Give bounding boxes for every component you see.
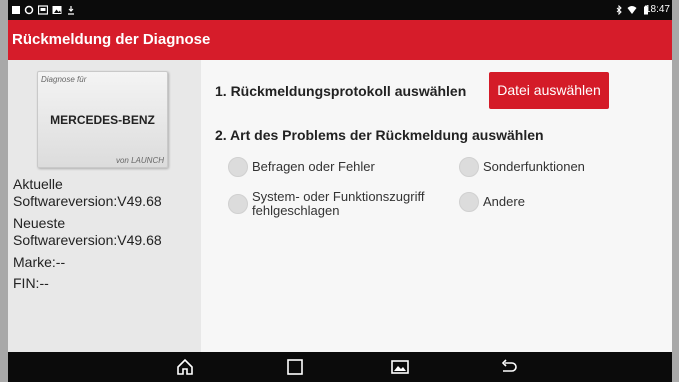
gallery-notification-icon xyxy=(52,6,62,14)
step1-label: 1. Rückmeldungsprotokoll auswählen xyxy=(215,83,467,99)
latest-version-value: Softwareversion:V49.68 xyxy=(13,232,162,248)
radio-sonderfunktionen[interactable]: Sonderfunktionen xyxy=(459,157,585,177)
radio-label: Andere xyxy=(483,194,525,209)
back-icon[interactable] xyxy=(499,358,519,376)
page-title: Rückmeldung der Diagnose xyxy=(12,31,211,48)
recents-icon[interactable] xyxy=(285,358,305,376)
radio-label-line1: System- oder Funktionszugriff xyxy=(252,189,425,204)
vehicle-info-panel: Diagnose für MERCEDES-BENZ von LAUNCH Ak… xyxy=(8,60,201,352)
radio-label: Befragen oder Fehler xyxy=(252,159,375,174)
status-bar: 18:47 xyxy=(8,0,672,20)
current-version-value: Softwareversion:V49.68 xyxy=(13,193,162,209)
radio-button-icon[interactable] xyxy=(228,157,248,177)
radio-label: System- oder Funktionszugriff fehlgeschl… xyxy=(252,190,424,218)
bluetooth-icon xyxy=(616,5,622,15)
brand-card-name: MERCEDES-BENZ xyxy=(50,113,155,127)
radio-befragen-oder-fehler[interactable]: Befragen oder Fehler xyxy=(228,157,375,177)
current-version-label: Aktuelle xyxy=(13,176,63,192)
step2-label: 2. Art des Problems der Rückmeldung ausw… xyxy=(215,127,544,143)
radio-andere[interactable]: Andere xyxy=(459,192,525,212)
navigation-bar xyxy=(8,352,672,382)
home-icon[interactable] xyxy=(175,358,195,376)
brand-card: Diagnose für MERCEDES-BENZ von LAUNCH xyxy=(37,71,168,168)
brand-line: Marke:-- xyxy=(13,254,66,270)
download-icon xyxy=(68,6,74,15)
wifi-icon xyxy=(627,6,637,14)
radio-button-icon[interactable] xyxy=(228,194,248,214)
sync-icon xyxy=(24,5,34,15)
gallery-icon[interactable] xyxy=(390,358,410,376)
radio-system-funktionszugriff[interactable]: System- oder Funktionszugriff fehlgeschl… xyxy=(228,190,424,218)
square-notification-icon xyxy=(12,6,20,14)
brand-card-vendor: von LAUNCH xyxy=(115,156,164,165)
radio-button-icon[interactable] xyxy=(459,192,479,212)
radio-label-line2: fehlgeschlagen xyxy=(252,203,340,218)
radio-label: Sonderfunktionen xyxy=(483,159,585,174)
status-time: 18:47 xyxy=(644,4,670,15)
latest-version-label: Neueste xyxy=(13,215,66,231)
device-frame: 18:47 Rückmeldung der Diagnose Diagnose … xyxy=(0,0,679,382)
select-file-button[interactable]: Datei auswählen xyxy=(489,72,609,109)
fin-line: FIN:-- xyxy=(13,275,49,291)
app-header: Rückmeldung der Diagnose xyxy=(8,20,672,60)
feedback-form: 1. Rückmeldungsprotokoll auswählen Datei… xyxy=(201,60,672,352)
screen: 18:47 Rückmeldung der Diagnose Diagnose … xyxy=(8,0,672,382)
radio-button-icon[interactable] xyxy=(459,157,479,177)
image-notification-icon xyxy=(38,5,48,15)
brand-card-caption: Diagnose für xyxy=(41,75,87,84)
